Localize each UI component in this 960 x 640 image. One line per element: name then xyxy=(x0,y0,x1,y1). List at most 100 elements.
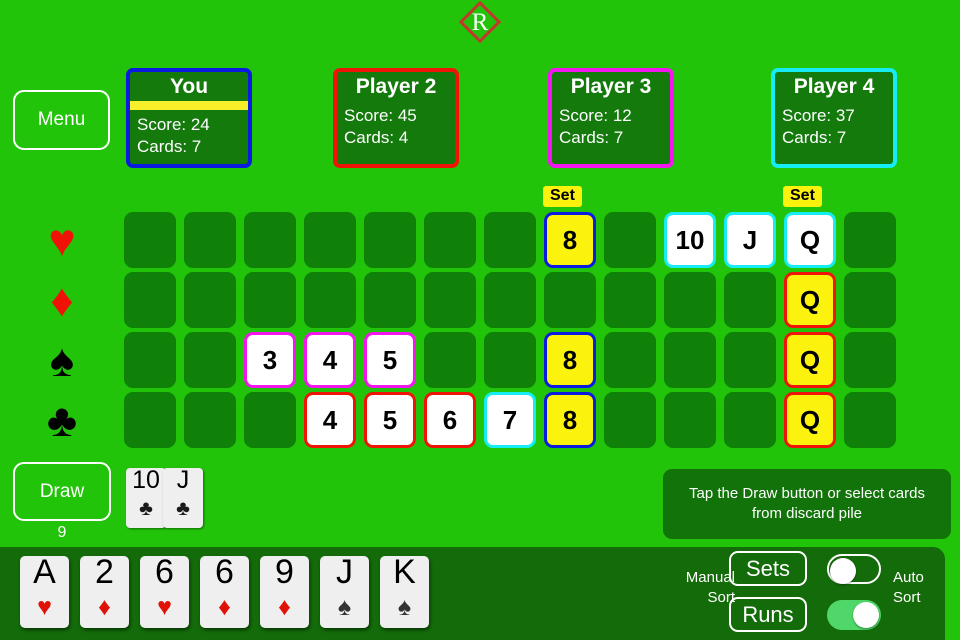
sets-button[interactable]: Sets xyxy=(729,551,807,586)
board-empty-slot[interactable] xyxy=(664,392,716,448)
board-empty-slot[interactable] xyxy=(244,392,296,448)
card-rank: 2 xyxy=(95,553,114,591)
runs-sort-toggle[interactable] xyxy=(827,600,881,630)
board-card[interactable]: 3 xyxy=(244,332,296,388)
board-empty-slot[interactable] xyxy=(604,392,656,448)
board-empty-slot[interactable] xyxy=(124,392,176,448)
board-empty-slot[interactable] xyxy=(724,332,776,388)
board-empty-slot[interactable] xyxy=(244,212,296,268)
card-rank: 9 xyxy=(275,553,294,591)
hand-card[interactable]: 9 ♦ xyxy=(260,553,309,628)
discard-card[interactable]: 10 ♣ xyxy=(126,466,166,528)
player-panel-player-4[interactable]: Player 4 Score: 37 Cards: 7 xyxy=(771,68,897,168)
board-card[interactable]: 5 xyxy=(364,332,416,388)
board-empty-slot[interactable] xyxy=(244,272,296,328)
card-suit-icon: ♠ xyxy=(397,593,412,621)
board-empty-slot[interactable] xyxy=(424,212,476,268)
card-suit-icon: ♦ xyxy=(98,593,111,621)
card-suit-icon: ♣ xyxy=(176,497,190,520)
hint-message: Tap the Draw button or select cards from… xyxy=(663,469,951,539)
logo-letter: R xyxy=(471,9,489,36)
menu-button-label: Menu xyxy=(37,109,86,130)
board-card[interactable]: 8 xyxy=(544,332,596,388)
runs-button[interactable]: Runs xyxy=(729,597,807,632)
draw-button-label: Draw xyxy=(39,480,85,502)
board-empty-slot[interactable] xyxy=(424,272,476,328)
spades-suit-icon: ♠ xyxy=(49,334,75,386)
card-rank: J xyxy=(176,466,190,494)
board-card[interactable]: Q xyxy=(784,332,836,388)
hand-card[interactable]: K ♠ xyxy=(380,553,429,628)
menu-button[interactable]: Menu xyxy=(13,90,110,150)
board-empty-slot[interactable] xyxy=(724,272,776,328)
board-empty-slot[interactable] xyxy=(364,212,416,268)
card-rank: 6 xyxy=(215,553,234,591)
player-score: Score: 24 xyxy=(137,115,210,134)
board-empty-slot[interactable] xyxy=(124,272,176,328)
player-cards: Cards: 4 xyxy=(344,128,409,148)
board-card[interactable]: 5 xyxy=(364,392,416,448)
board-card[interactable]: Q xyxy=(784,392,836,448)
card-rank: K xyxy=(393,553,416,591)
player-panel-you[interactable]: You Score: 24 Cards: 7 xyxy=(126,68,252,168)
player-panel-player-2[interactable]: Player 2 Score: 45 Cards: 4 xyxy=(333,68,459,168)
hand-card[interactable]: A ♥ xyxy=(20,553,69,628)
game-screen: R Menu You Score: 24 Cards: 7 Player 2 S… xyxy=(0,0,960,640)
player-panel-player-3[interactable]: Player 3 Score: 12 Cards: 7 xyxy=(548,68,674,168)
board-empty-slot[interactable] xyxy=(184,272,236,328)
discard-card[interactable]: J ♣ xyxy=(163,466,203,528)
board-card[interactable]: 4 xyxy=(304,392,356,448)
player-score: Score: 45 xyxy=(344,106,417,125)
board-empty-slot[interactable] xyxy=(304,212,356,268)
board-card[interactable]: 8 xyxy=(544,212,596,268)
board-empty-slot[interactable] xyxy=(544,272,596,328)
board-card[interactable]: 6 xyxy=(424,392,476,448)
auto-sort-label-line2: Sort xyxy=(893,588,921,606)
draw-button[interactable]: Draw xyxy=(13,462,111,521)
board-empty-slot[interactable] xyxy=(484,272,536,328)
board-empty-slot[interactable] xyxy=(184,212,236,268)
board-empty-slot[interactable] xyxy=(604,272,656,328)
player-cards: Cards: 7 xyxy=(782,128,847,148)
board-empty-slot[interactable] xyxy=(664,272,716,328)
card-suit-icon: ♥ xyxy=(37,593,52,621)
card-suit-icon: ♠ xyxy=(337,593,352,621)
player-score: Score: 12 xyxy=(559,106,632,125)
board-empty-slot[interactable] xyxy=(184,332,236,388)
board-empty-slot[interactable] xyxy=(664,332,716,388)
board-empty-slot[interactable] xyxy=(304,272,356,328)
board-empty-slot[interactable] xyxy=(844,332,896,388)
player-cards: Cards: 7 xyxy=(559,128,624,148)
board-card[interactable]: J xyxy=(724,212,776,268)
board-empty-slot[interactable] xyxy=(364,272,416,328)
auto-sort-label-line1: Auto xyxy=(893,569,924,586)
card-rank: 10 xyxy=(132,466,160,494)
board-empty-slot[interactable] xyxy=(484,332,536,388)
board-empty-slot[interactable] xyxy=(844,272,896,328)
hand-card[interactable]: 6 ♥ xyxy=(140,553,189,628)
player-cards: Cards: 7 xyxy=(137,137,202,157)
board-empty-slot[interactable] xyxy=(724,392,776,448)
board-empty-slot[interactable] xyxy=(124,212,176,268)
board-card[interactable]: Q xyxy=(784,212,836,268)
board-empty-slot[interactable] xyxy=(844,392,896,448)
hand-card[interactable]: 6 ♦ xyxy=(200,553,249,628)
board-card[interactable]: Q xyxy=(784,272,836,328)
hand-card[interactable]: 2 ♦ xyxy=(80,553,129,628)
board-empty-slot[interactable] xyxy=(604,212,656,268)
sets-sort-toggle[interactable] xyxy=(827,554,881,584)
board-empty-slot[interactable] xyxy=(844,212,896,268)
player-score: Score: 37 xyxy=(782,106,855,125)
board-empty-slot[interactable] xyxy=(604,332,656,388)
board-card[interactable]: 7 xyxy=(484,392,536,448)
hand-card[interactable]: J ♠ xyxy=(320,553,369,628)
board-card[interactable]: 4 xyxy=(304,332,356,388)
board-card[interactable]: 8 xyxy=(544,392,596,448)
board-empty-slot[interactable] xyxy=(484,212,536,268)
board-empty-slot[interactable] xyxy=(184,392,236,448)
board-card[interactable]: 10 xyxy=(664,212,716,268)
board-empty-slot[interactable] xyxy=(424,332,476,388)
card-rank: J xyxy=(336,553,353,591)
board-empty-slot[interactable] xyxy=(124,332,176,388)
card-suit-icon: ♦ xyxy=(278,593,291,621)
